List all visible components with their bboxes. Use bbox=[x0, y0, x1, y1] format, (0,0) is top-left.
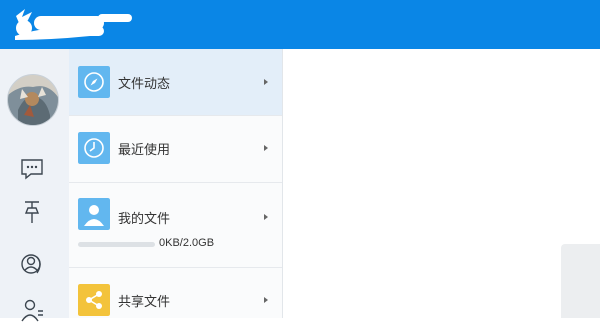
storage-usage-bar bbox=[78, 242, 155, 247]
user-file-icon bbox=[78, 198, 110, 230]
menu-item-label: 我的文件 bbox=[118, 212, 171, 227]
top-bar bbox=[0, 0, 600, 49]
storage-usage-text: 0KB/2.0GB bbox=[159, 237, 215, 249]
chevron-right-icon bbox=[264, 79, 268, 85]
left-rail bbox=[0, 49, 70, 322]
menu-item-shared-files[interactable]: 共享文件 bbox=[69, 268, 282, 318]
share-icon bbox=[78, 284, 110, 316]
chat-icon[interactable] bbox=[19, 156, 45, 182]
avatar[interactable] bbox=[7, 74, 59, 126]
chevron-right-icon bbox=[264, 297, 268, 303]
chevron-right-icon bbox=[264, 214, 268, 220]
main-content bbox=[283, 49, 600, 318]
menu-item-my-files[interactable]: 我的文件 0KB/2.0GB bbox=[69, 183, 282, 268]
floating-panel[interactable] bbox=[561, 244, 600, 318]
menu-item-file-activity[interactable]: 文件动态 bbox=[69, 49, 282, 116]
bird-logo-icon[interactable] bbox=[10, 6, 134, 46]
compass-icon bbox=[78, 66, 110, 98]
file-menu-panel: 文件动态 最近使用 我的文件 0KB/2.0GB 共享文件 bbox=[69, 49, 283, 318]
user-icon[interactable] bbox=[19, 297, 45, 323]
chevron-right-icon bbox=[264, 145, 268, 151]
contacts-circle-icon[interactable] bbox=[19, 251, 45, 277]
menu-item-label: 最近使用 bbox=[118, 143, 171, 158]
menu-item-label: 文件动态 bbox=[118, 77, 171, 92]
menu-item-label: 共享文件 bbox=[118, 295, 171, 310]
clock-icon bbox=[78, 132, 110, 164]
pin-icon[interactable] bbox=[19, 199, 45, 225]
menu-item-recent[interactable]: 最近使用 bbox=[69, 116, 282, 183]
